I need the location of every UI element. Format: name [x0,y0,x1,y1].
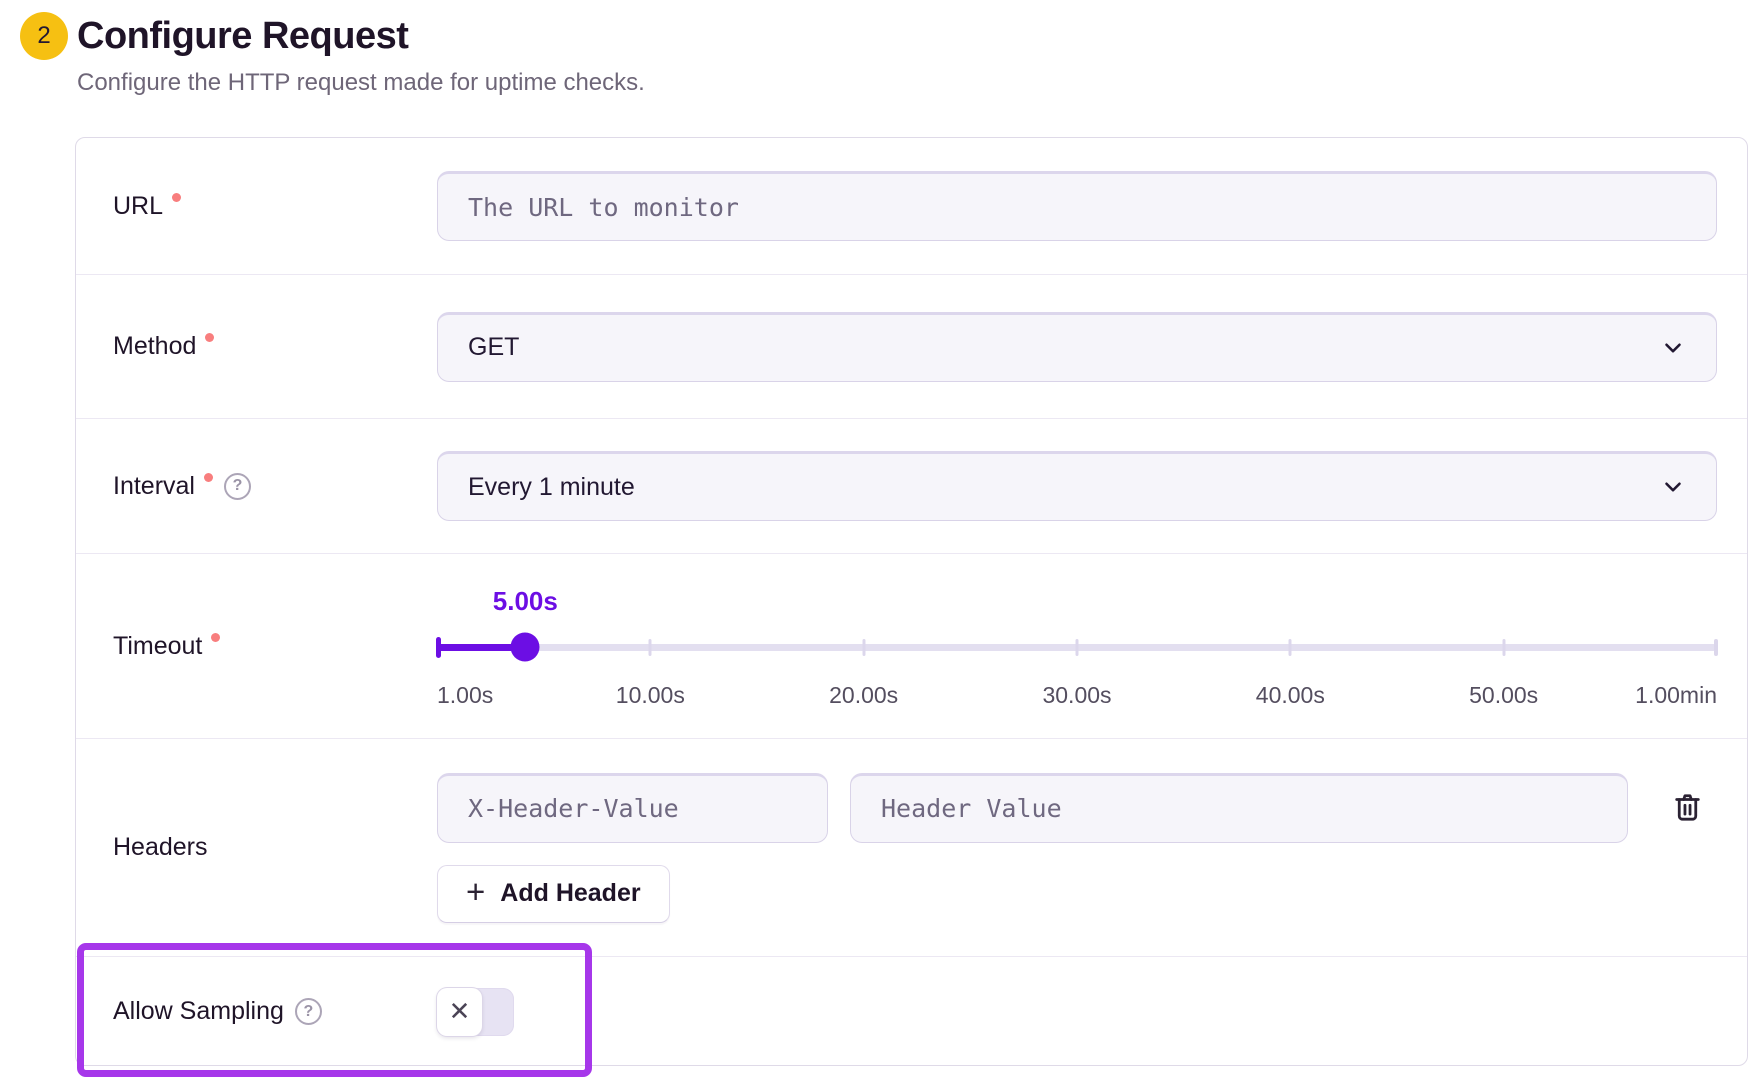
page-title: Configure Request [77,10,645,62]
slider-tick [649,639,652,656]
delete-header-button[interactable] [1665,786,1709,830]
url-input[interactable] [437,171,1717,241]
header-value-input[interactable] [850,773,1628,843]
required-indicator [204,473,213,482]
timeout-row: Timeout 5.00s 1.00s 10 [76,553,1747,738]
headers-label: Headers [76,833,437,862]
url-row: URL [76,138,1747,274]
slider-tick [1289,639,1292,656]
timeout-label: Timeout [76,632,437,661]
timeout-slider-value: 5.00s [493,586,558,617]
timeout-slider-labels: 1.00s 10.00s 20.00s 30.00s 40.00s 50.00s… [437,682,1717,712]
slider-tick-label: 10.00s [616,682,685,709]
method-select-value: GET [468,333,519,362]
interval-label: Interval ? [76,472,437,501]
timeout-slider[interactable]: 5.00s 1.00s 10.00s 20.00s 30.00s [437,554,1717,739]
plus-icon: + [466,875,485,908]
slider-tick-label: 1.00min [1635,682,1717,709]
step-header: 2 Configure Request Configure the HTTP r… [20,10,645,97]
add-header-button[interactable]: + Add Header [437,865,670,923]
close-icon: ✕ [449,999,471,1025]
allow-sampling-toggle[interactable]: ✕ [437,988,514,1036]
slider-tick [1076,639,1079,656]
interval-select[interactable]: Every 1 minute [437,451,1717,521]
method-label-text: Method [113,332,196,361]
allow-sampling-label-text: Allow Sampling [113,997,284,1026]
slider-tick-label: 1.00s [437,682,493,709]
chevron-down-icon [1660,335,1686,361]
slider-end-cap [1714,639,1718,656]
timeout-label-text: Timeout [113,632,202,661]
step-number-badge: 2 [20,12,68,60]
configure-request-card: URL Method GET Interval ? [75,137,1748,1066]
required-indicator [172,193,181,202]
allow-sampling-label: Allow Sampling ? [76,997,437,1026]
slider-tick [862,639,865,656]
url-label: URL [76,192,437,221]
timeout-slider-track[interactable] [437,644,1717,651]
slider-tick-label: 20.00s [829,682,898,709]
headers-label-text: Headers [113,833,208,862]
interval-row: Interval ? Every 1 minute [76,418,1747,553]
trash-icon [1672,790,1703,826]
chevron-down-icon [1660,474,1686,500]
allow-sampling-row: Allow Sampling ? ✕ [76,956,1747,1066]
page-subtitle: Configure the HTTP request made for upti… [77,69,645,97]
help-icon[interactable]: ? [224,473,251,500]
method-row: Method GET [76,274,1747,418]
slider-tick [1502,639,1505,656]
toggle-knob: ✕ [437,988,482,1036]
slider-tick-label: 30.00s [1042,682,1111,709]
slider-tick-label: 50.00s [1469,682,1538,709]
interval-select-value: Every 1 minute [468,473,635,502]
timeout-slider-handle[interactable] [511,633,540,662]
required-indicator [205,333,214,342]
method-label: Method [76,332,437,361]
url-label-text: URL [113,192,163,221]
header-key-input[interactable] [437,773,828,843]
interval-label-text: Interval [113,472,195,501]
help-icon[interactable]: ? [295,998,322,1025]
slider-tick-label: 40.00s [1256,682,1325,709]
method-select[interactable]: GET [437,312,1717,382]
required-indicator [211,633,220,642]
add-header-button-label: Add Header [500,879,640,908]
headers-row: Headers [76,738,1747,956]
header-entry-row [437,773,1717,843]
